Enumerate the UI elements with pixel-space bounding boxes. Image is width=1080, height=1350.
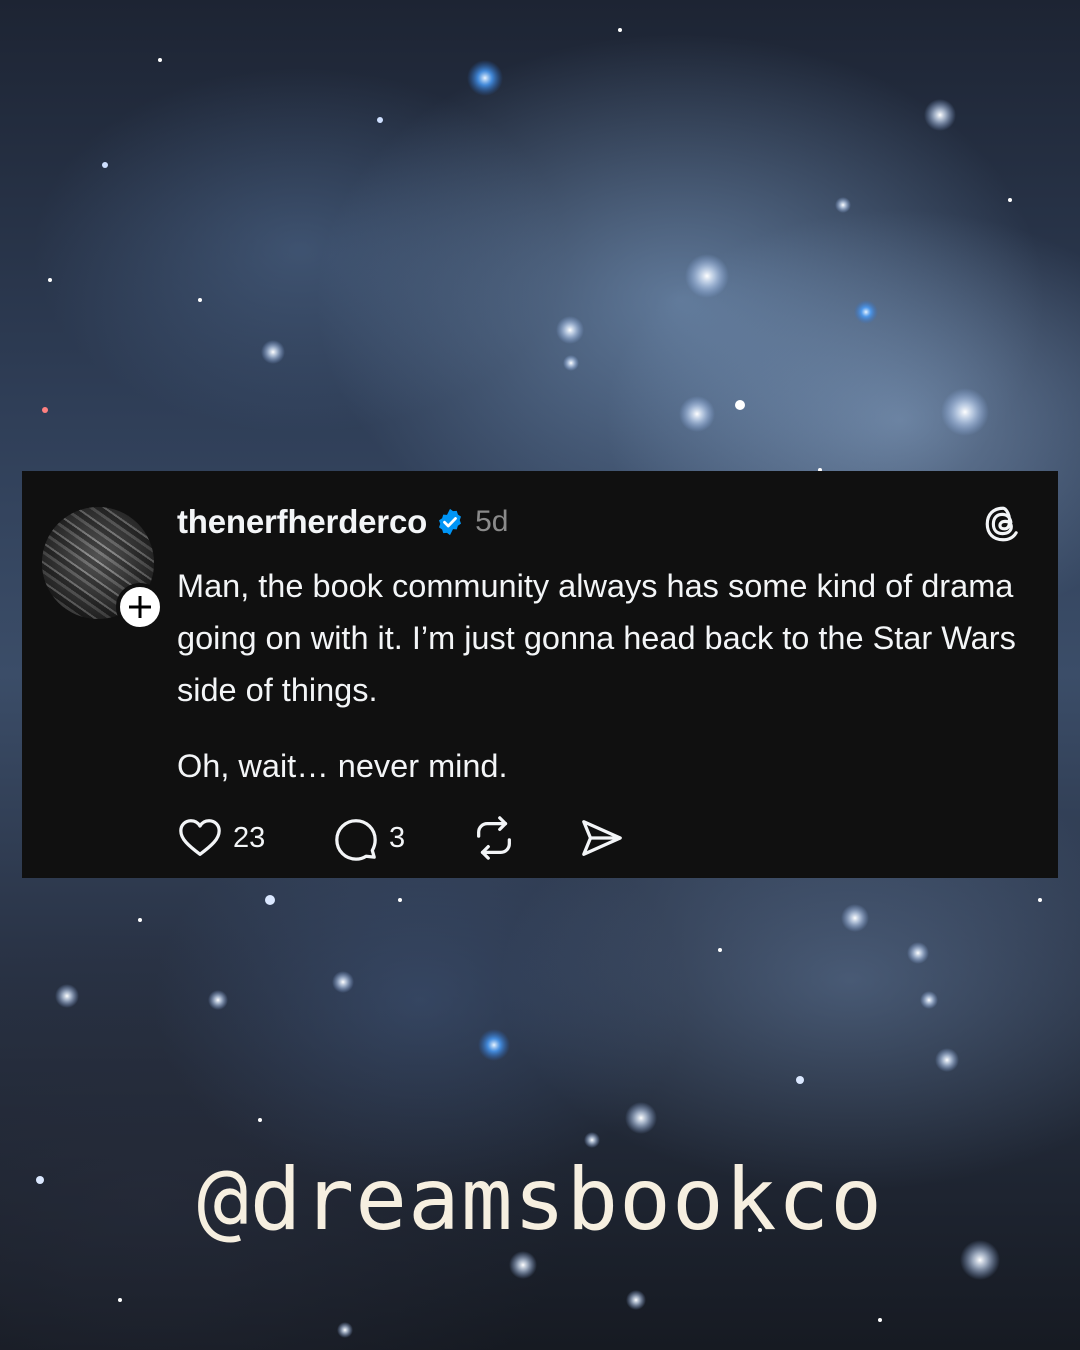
post-header: thenerfherderco 5d (177, 502, 508, 542)
watermark-handle: @dreamsbookco (196, 1150, 884, 1250)
verified-badge-icon (439, 508, 462, 536)
reply-count: 3 (389, 821, 406, 854)
plus-icon[interactable] (116, 583, 164, 631)
username[interactable]: thenerfherderco (177, 503, 427, 541)
repost-icon (477, 816, 511, 860)
heart-icon (179, 819, 221, 856)
repost-button[interactable] (471, 812, 517, 864)
post-paragraph: Oh, wait… never mind. (177, 748, 508, 784)
post-paragraph: Man, the book community always has some … (177, 568, 1016, 708)
share-button[interactable] (579, 812, 625, 864)
reply-button[interactable]: 3 (333, 812, 405, 864)
speech-bubble-icon (335, 819, 377, 861)
like-button[interactable]: 23 (177, 812, 265, 864)
post-body: Man, the book community always has some … (177, 560, 1037, 792)
paper-plane-icon (582, 820, 622, 856)
post-time: 5d (475, 505, 509, 538)
threads-logo-icon[interactable] (982, 503, 1024, 545)
like-count: 23 (233, 821, 266, 854)
